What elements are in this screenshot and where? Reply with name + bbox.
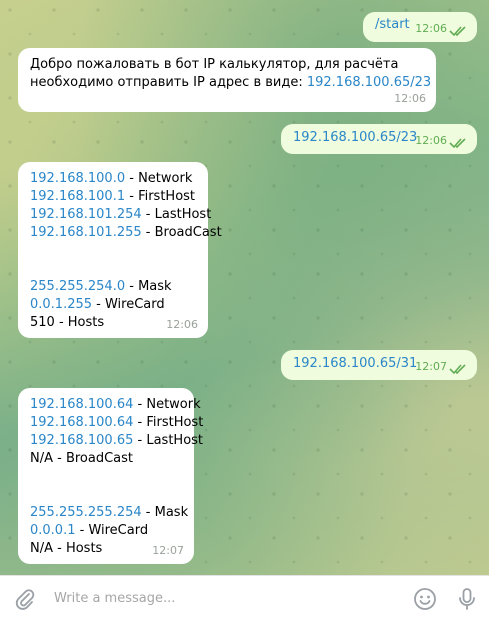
message-time: 12:06 [166,318,198,331]
microphone-icon[interactable] [454,586,480,612]
message-outgoing[interactable]: /start 12:06 [363,12,477,42]
row-label: - LastHost [141,207,212,222]
message-text: Добро пожаловать в бот IP калькулятор, д… [30,57,399,72]
result-row: 192.168.100.64 - FirstHost [30,414,203,432]
result-row: 192.168.100.0 - Network [30,170,196,188]
ip-link[interactable]: 192.168.100.1 [30,189,125,204]
row-label: - LastHost [133,433,204,448]
result-row: 0.0.1.255 - WireCard [30,296,196,314]
ip-example-link[interactable]: 192.168.100.65/23 [307,75,431,90]
row-label: - Network [133,397,201,412]
ip-link[interactable]: 255.255.255.254 [30,505,142,520]
result-row: 0.0.0.1 - WireCard [30,522,182,540]
result-row: 255.255.255.254 - Mask [30,504,188,522]
ip-link[interactable]: 192.168.101.255 [30,225,142,240]
command-link[interactable]: /start [375,17,410,32]
result-row: 192.168.100.64 - Network [30,396,201,414]
message-time: 12:07 [152,544,184,557]
ip-link[interactable]: 192.168.100.65/23 [293,130,417,145]
result-row: 192.168.101.255 - BroadCast [30,224,222,242]
message-incoming[interactable]: 192.168.100.64 - Network 192.168.100.64 … [18,388,203,564]
row-label: - Network [125,171,193,186]
ip-link[interactable]: 192.168.100.64 [30,415,133,430]
result-row: 192.168.100.1 - FirstHost [30,188,196,206]
message-time: 12:06 [415,134,447,147]
row-label: - WireCard [75,523,149,538]
ip-link[interactable]: 192.168.100.0 [30,171,125,186]
row-label: - FirstHost [125,189,196,204]
ip-link[interactable]: 192.168.100.65/31 [293,356,417,371]
row-label: - FirstHost [133,415,204,430]
message-text-line: необходимо отправить IP адрес в виде: 19… [30,74,431,92]
result-row: N/A - BroadCast [30,451,134,466]
ip-link[interactable]: 192.168.101.254 [30,207,142,222]
message-time: 12:06 [394,92,426,105]
message-composer: Write a message... [0,575,489,621]
chat-area: /start 12:06 Добро пожаловать в бот IP к… [0,0,489,575]
ip-link[interactable]: 0.0.1.255 [30,297,92,312]
message-outgoing[interactable]: 192.168.100.65/31 12:07 [281,350,477,380]
result-row: 255.255.254.0 - Mask [30,278,196,296]
message-outgoing[interactable]: 192.168.100.65/23 12:06 [281,124,477,154]
message-time: 12:06 [415,22,447,35]
ip-link[interactable]: 192.168.100.65 [30,433,133,448]
row-label: - Mask [125,279,172,294]
ip-link[interactable]: 0.0.0.1 [30,523,75,538]
message-input[interactable]: Write a message... [54,591,175,606]
message-incoming[interactable]: Добро пожаловать в бот IP калькулятор, д… [18,48,436,112]
smiley-icon[interactable] [412,586,438,612]
read-check-icon [449,26,466,37]
result-row: 192.168.100.65 - LastHost [30,432,203,450]
message-text: необходимо отправить IP адрес в виде: [30,75,307,90]
message-incoming[interactable]: 192.168.100.0 - Network 192.168.100.1 - … [18,162,222,338]
row-label: - Mask [141,505,189,520]
ip-link[interactable]: 192.168.100.64 [30,397,133,412]
row-label: - BroadCast [141,225,222,240]
read-check-icon [449,364,466,375]
ip-link[interactable]: 255.255.254.0 [30,279,125,294]
result-row: 192.168.101.254 - LastHost [30,206,211,224]
read-check-icon [449,138,466,149]
paperclip-icon[interactable] [12,586,38,612]
row-label: - WireCard [92,297,165,312]
message-time: 12:07 [415,360,447,373]
